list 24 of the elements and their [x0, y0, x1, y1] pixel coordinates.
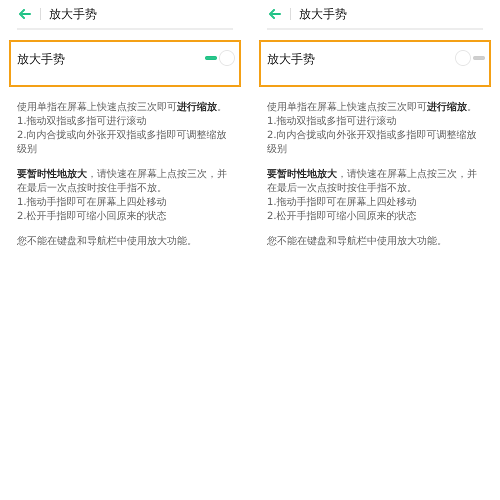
description-text: 您不能在键盘和导航栏中使用放大功能。 [17, 235, 198, 249]
description-text: 您不能在键盘和导航栏中使用放大功能。 [267, 235, 448, 249]
setting-row[interactable]: 放大手势 [9, 40, 241, 87]
description-text: 使用单指在屏幕上快速点按三次即可进行缩放。 [17, 101, 228, 115]
description-text: 使用单指在屏幕上快速点按三次即可进行缩放。 [267, 101, 478, 115]
setting-label: 放大手势 [267, 51, 315, 68]
description-text: 2.松开手指即可缩小回原来的状态 [17, 210, 168, 224]
back-icon[interactable] [268, 9, 281, 19]
page-title: 放大手势 [299, 6, 347, 23]
back-icon[interactable] [18, 9, 31, 19]
description-text: 1.拖动手指即可在屏幕上四处移动 [267, 196, 418, 210]
page-title: 放大手势 [49, 6, 97, 23]
description-text: 2.向内合拢或向外张开双指或多指即可调整缩放级别 [17, 129, 228, 157]
description-text: 1.拖动双指或多指可进行滚动 [267, 115, 398, 129]
description-text: 1.拖动手指即可在屏幕上四处移动 [17, 196, 168, 210]
description-text: 1.拖动双指或多指可进行滚动 [17, 115, 148, 129]
description-text: 2.向内合拢或向外张开双指或多指即可调整缩放级别 [267, 129, 478, 157]
setting-label: 放大手势 [17, 51, 65, 68]
toggle-switch[interactable] [455, 50, 485, 66]
description-text: 要暂时性地放大，请快速在屏幕上点按三次，并在最后一次点按时按住手指不放。 [17, 168, 228, 196]
description-text: 要暂时性地放大，请快速在屏幕上点按三次，并在最后一次点按时按住手指不放。 [267, 168, 478, 196]
toggle-switch[interactable] [205, 50, 235, 66]
setting-row[interactable]: 放大手势 [259, 40, 491, 87]
description-text: 2.松开手指即可缩小回原来的状态 [267, 210, 418, 224]
